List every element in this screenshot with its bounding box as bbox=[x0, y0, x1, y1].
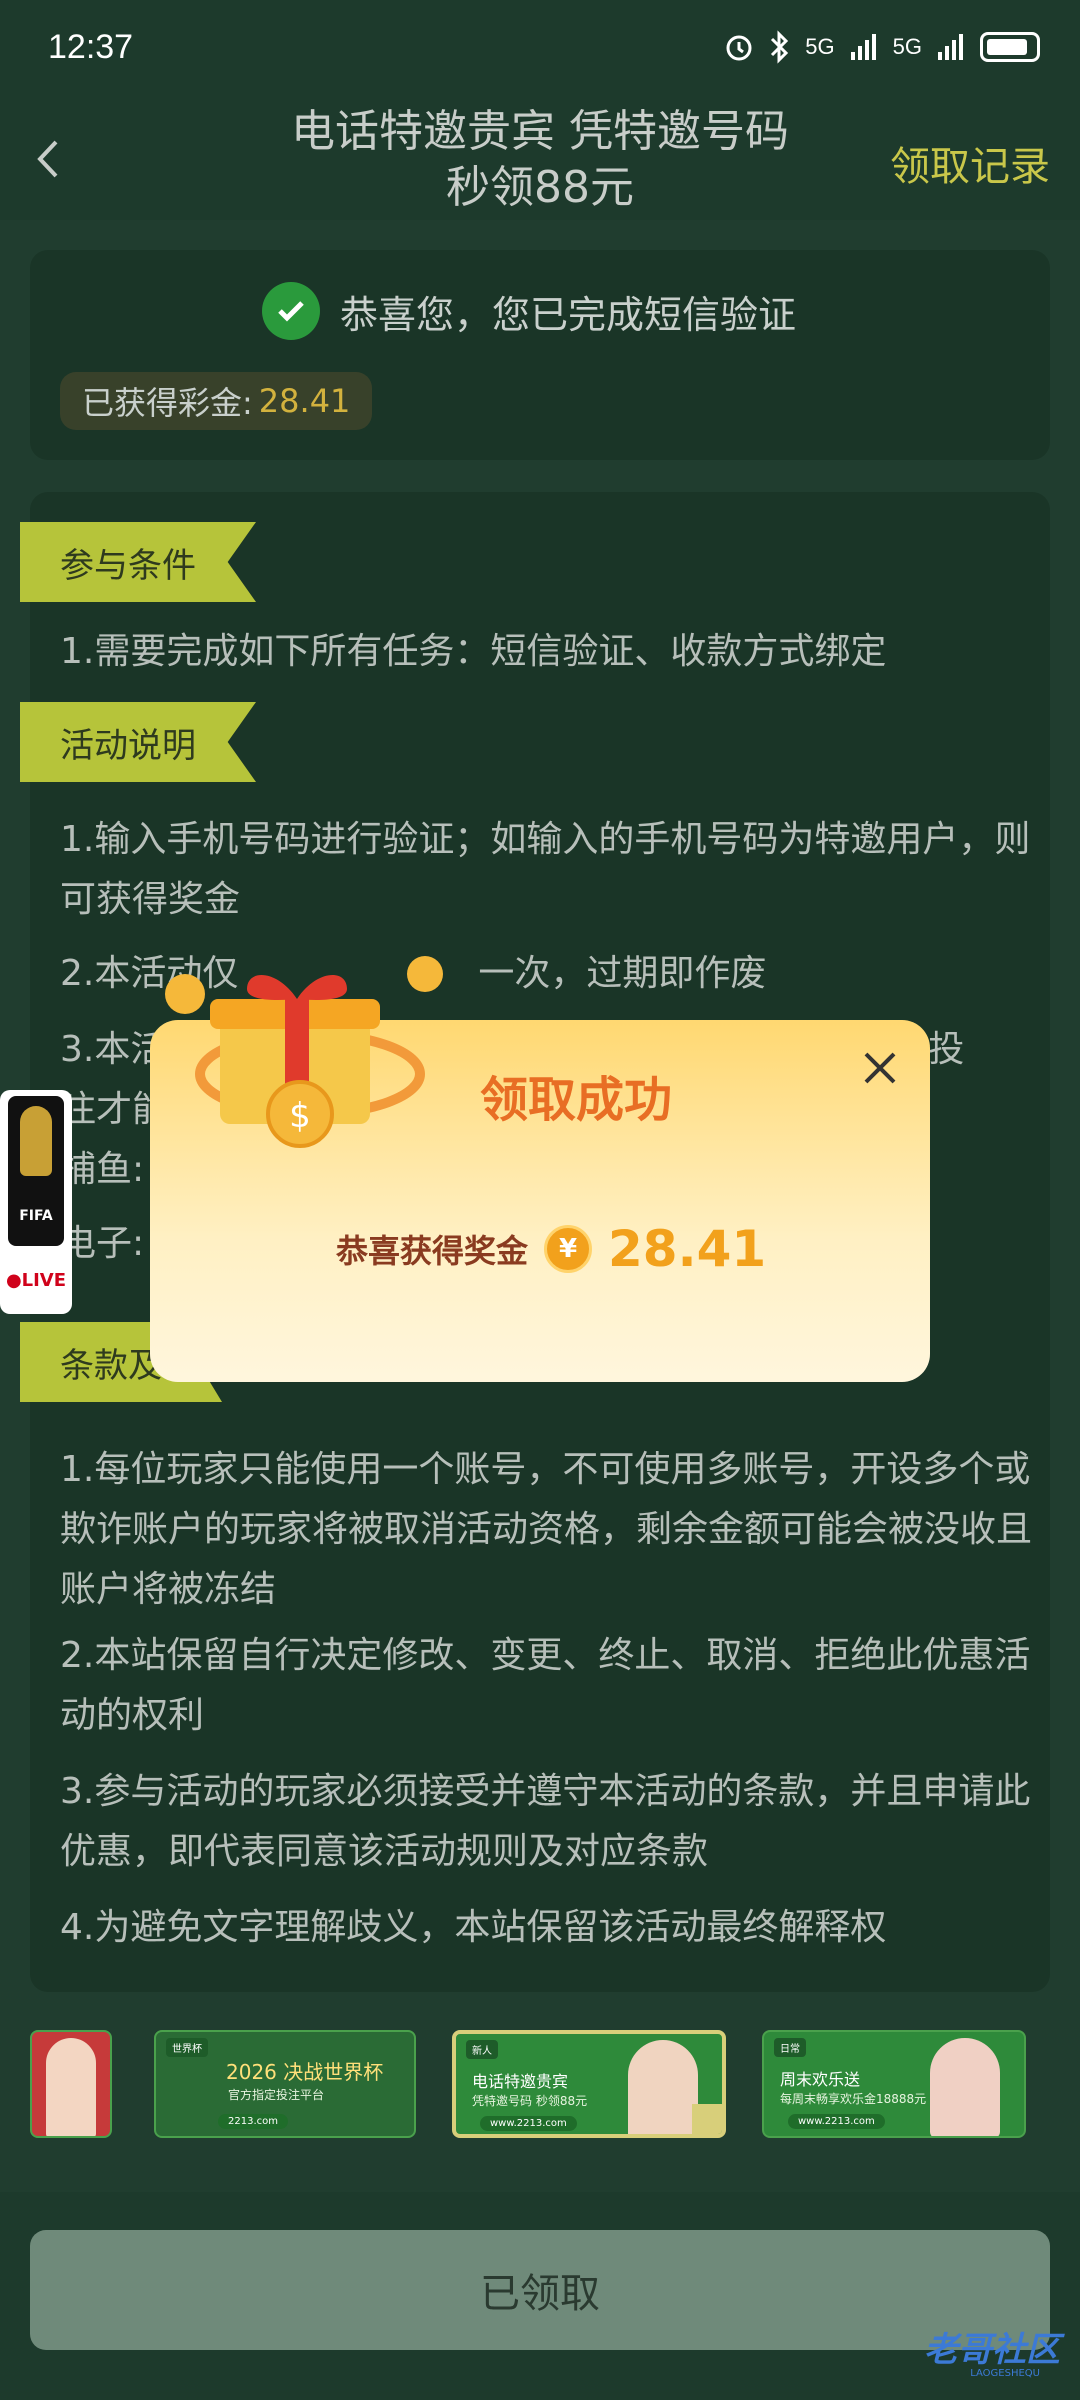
promo-banner[interactable]: 世界杯 2026 决战世界杯 官方指定投注平台 2213.com bbox=[154, 2030, 416, 2138]
bluetooth-icon bbox=[771, 30, 789, 64]
terms-item: 3.参与活动的玩家必须接受并遵守本活动的条款，并且申请此优惠，即代表同意该活动规… bbox=[60, 1771, 1031, 1872]
signal-icon bbox=[850, 34, 876, 60]
promo-banner[interactable]: 日常 周末欢乐送 每周末畅享欢乐金18888元 www.2213.com bbox=[762, 2030, 1026, 2138]
watermark-sub: LAOGESHEQU bbox=[970, 2368, 1040, 2379]
description-item: 1.输入手机号码进行验证；如输入的手机号码为特邀用户，则可获得奖金 bbox=[60, 819, 1031, 920]
terms-item: 1.每位玩家只能使用一个账号，不可使用多账号，开设多个或欺诈账户的玩家将被取消活… bbox=[60, 1449, 1033, 1610]
bonus-label: 已获得彩金: bbox=[82, 384, 253, 422]
watermark-logo: 老哥社区 bbox=[924, 2330, 1060, 2370]
section-ribbon-description: 活动说明 bbox=[20, 702, 256, 782]
promo-subtitle: 官方指定投注平台 bbox=[228, 2088, 325, 2102]
status-time: 12:37 bbox=[48, 28, 134, 66]
verification-row: 恭喜您，您已完成短信验证 bbox=[262, 282, 796, 340]
reward-amount: 28.41 bbox=[608, 1220, 767, 1278]
promo-title: 电话特邀贵宾 bbox=[472, 2072, 569, 2091]
promo-tag: 日常 bbox=[774, 2038, 806, 2057]
reward-row: 恭喜获得奖金 ¥ 28.41 bbox=[336, 1220, 766, 1278]
yen-coin-icon: ¥ bbox=[544, 1225, 593, 1273]
promo-carousel[interactable]: 世界杯 2026 决战世界杯 官方指定投注平台 2213.com 新人 电话特邀… bbox=[0, 2012, 1080, 2162]
promo-figure bbox=[930, 2038, 1000, 2136]
bonus-badge: 已获得彩金: 28.41 bbox=[60, 372, 373, 430]
network-5g-label: 5G bbox=[805, 34, 835, 59]
promo-tag: 世界杯 bbox=[166, 2038, 208, 2057]
fifa-label: FIFA bbox=[19, 1208, 53, 1224]
battery-icon bbox=[980, 32, 1040, 62]
back-arrow-icon[interactable] bbox=[28, 134, 68, 184]
check-icon bbox=[262, 282, 320, 340]
close-icon[interactable] bbox=[858, 1046, 902, 1090]
fifa-live-badge[interactable]: FIFA ●LIVE bbox=[0, 1090, 72, 1314]
promo-banner-selected[interactable]: 新人 电话特邀贵宾 凭特邀号码 秒领88元 www.2213.com bbox=[452, 2030, 726, 2138]
modal-title: 领取成功 bbox=[480, 1072, 673, 1128]
claim-record-link[interactable]: 领取记录 bbox=[890, 134, 1050, 192]
description-item-part: 一次，过期即作废 bbox=[478, 953, 767, 994]
signal-icon-2 bbox=[938, 34, 963, 60]
page-header: 电话特邀贵宾 凭特邀号码 秒领88元 领取记录 bbox=[0, 100, 1080, 220]
terms-item: 4.为避免文字理解歧义，本站保留该活动最终解释权 bbox=[60, 1907, 887, 1948]
status-icons: 5G 5G bbox=[723, 30, 1040, 64]
live-label: ●LIVE bbox=[5, 1270, 67, 1291]
page-title-line1: 电话特邀贵宾 凭特邀号码 bbox=[291, 106, 789, 157]
network-5g-label-2: 5G bbox=[892, 34, 922, 59]
claimed-button[interactable]: 已领取 bbox=[30, 2230, 1050, 2350]
condition-item: 1.需要完成如下所有任务：短信验证、收款方式绑定 bbox=[60, 631, 887, 672]
verification-card: 恭喜您，您已完成短信验证 已获得彩金: 28.41 bbox=[30, 250, 1050, 460]
promo-tag: 新人 bbox=[466, 2040, 498, 2059]
status-bar: 12:37 5G 5G bbox=[0, 0, 1080, 100]
reward-label: 恭喜获得奖金 bbox=[336, 1232, 529, 1270]
page-title-line2: 秒领88元 bbox=[446, 162, 634, 213]
bottom-bar: 已领取 老哥社区 LAOGESHEQU bbox=[0, 2192, 1080, 2400]
promo-subtitle: 每周末畅享欢乐金18888元 bbox=[780, 2092, 927, 2106]
bonus-amount: 28.41 bbox=[258, 382, 351, 420]
gift-box-icon: $ bbox=[165, 956, 443, 1148]
promo-figure bbox=[46, 2038, 96, 2136]
promo-banner[interactable] bbox=[30, 2030, 112, 2138]
section-ribbon-conditions: 参与条件 bbox=[20, 522, 256, 602]
alarm-icon bbox=[726, 35, 752, 61]
promo-subtitle: 凭特邀号码 秒领88元 bbox=[472, 2094, 588, 2108]
promo-title: 周末欢乐送 bbox=[780, 2070, 861, 2089]
selected-check-icon bbox=[692, 2104, 722, 2134]
promo-url: www.2213.com bbox=[480, 2116, 577, 2131]
verification-message: 恭喜您，您已完成短信验证 bbox=[340, 292, 797, 337]
promo-url: 2213.com bbox=[218, 2114, 288, 2129]
promo-figure bbox=[628, 2040, 698, 2134]
svg-text:$: $ bbox=[289, 1096, 311, 1136]
page-title: 电话特邀贵宾 凭特邀号码 秒领88元 bbox=[230, 104, 850, 216]
terms-item: 2.本站保留自行决定修改、变更、终止、取消、拒绝此优惠活动的权利 bbox=[60, 1635, 1031, 1736]
promo-url: www.2213.com bbox=[788, 2114, 885, 2129]
promo-title: 2026 决战世界杯 bbox=[226, 2060, 384, 2084]
